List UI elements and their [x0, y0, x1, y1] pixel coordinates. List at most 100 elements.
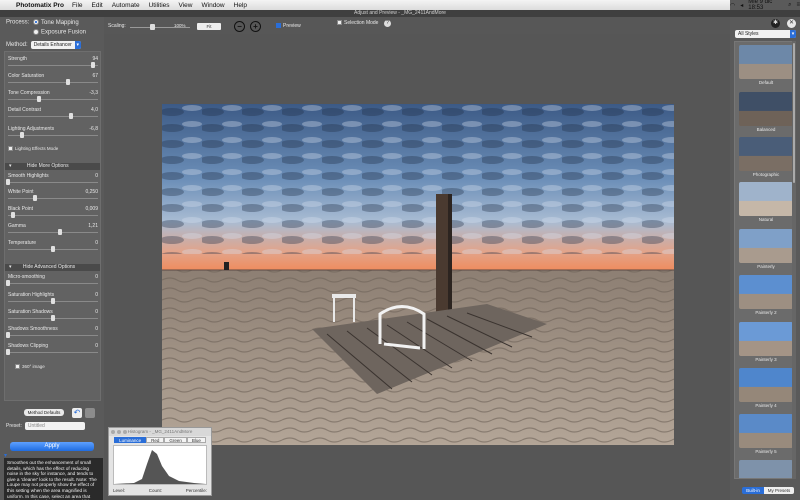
style-thumb-painterly-4[interactable]: Painterly 4 [739, 368, 793, 410]
style-thumb-painterly-5[interactable]: Painterly 5 [739, 414, 793, 456]
histogram-titlebar[interactable]: Histogram - _MG_2411AndMore [109, 428, 211, 436]
zoom-out-icon[interactable]: − [234, 21, 245, 32]
tab-luminance[interactable]: Luminance [114, 437, 147, 443]
slider-track [8, 335, 98, 336]
checkbox-icon [337, 20, 342, 26]
close-icon[interactable] [111, 430, 115, 434]
menu-automate[interactable]: Automate [112, 2, 140, 9]
slider-knob[interactable] [36, 96, 41, 102]
slider-knob[interactable] [33, 195, 37, 201]
slider-value: 0,250 [85, 189, 98, 195]
styles-filter[interactable]: All Styles ▾ [735, 30, 796, 38]
slider-saturation-shadows[interactable]: Saturation Shadows 0 [8, 309, 98, 323]
volume-icon[interactable]: ◂ [740, 2, 743, 9]
preview-checkbox[interactable]: Preview [276, 23, 301, 29]
preset-select[interactable]: Untitled [24, 422, 85, 430]
slider-track [8, 198, 98, 199]
image360-checkbox[interactable]: 360° image [15, 364, 45, 370]
slider-knob[interactable] [51, 246, 55, 252]
slider-knob[interactable] [51, 298, 55, 304]
slider-gamma[interactable]: Gamma 1,21 [8, 223, 98, 237]
gear-icon[interactable]: ✱ [771, 19, 780, 28]
search-icon[interactable]: ⌕ [788, 2, 791, 9]
tab-my-presets[interactable]: My Presets [764, 487, 794, 494]
fit-button[interactable]: Fit [197, 23, 221, 30]
chevron-down-icon: ▾ [790, 30, 796, 38]
slider-knob[interactable] [6, 280, 10, 286]
style-thumb-more[interactable] [739, 460, 793, 478]
style-caption: Default [758, 80, 774, 85]
hide-more-options-toggle[interactable]: ▾ Hide More Options [5, 163, 100, 170]
selection-mode-checkbox[interactable]: Selection Mode [337, 20, 378, 26]
style-thumb-natural[interactable]: Natural [739, 182, 793, 224]
style-thumb-painterly[interactable]: Painterly [739, 229, 793, 271]
method-defaults-button[interactable]: Method Defaults [24, 409, 64, 416]
app-menu[interactable]: Photomatix Pro [16, 2, 64, 9]
close-icon[interactable]: ✕ [787, 19, 796, 28]
menu-help[interactable]: Help [234, 2, 247, 9]
slider-knob[interactable] [6, 332, 10, 338]
tab-built-in[interactable]: Built-in [742, 487, 764, 494]
scrollbar-thumb[interactable] [793, 43, 795, 183]
style-thumb-balanced[interactable]: Balanced [739, 92, 793, 134]
tab-blue[interactable]: Blue [186, 437, 206, 443]
style-thumb-painterly-2[interactable]: Painterly 2 [739, 275, 793, 317]
method-select[interactable]: Details Enhancer ▾ [30, 41, 81, 49]
slider-color-saturation[interactable]: Color Saturation 67 [8, 73, 98, 87]
zoom-icon[interactable] [123, 430, 127, 434]
hide-advanced-options-toggle[interactable]: ▾ Hide Advanced Options [5, 264, 100, 271]
slider-knob[interactable] [51, 315, 55, 321]
zoom-in-icon[interactable]: + [250, 21, 261, 32]
slider-black-point[interactable]: Black Point 0,009 [8, 206, 98, 220]
notifications-icon[interactable]: ≡ [796, 2, 800, 8]
slider-knob[interactable] [58, 229, 63, 235]
checkbox-icon [8, 146, 13, 152]
slider-value: 0 [95, 240, 98, 246]
slider-knob[interactable] [90, 62, 95, 68]
undo-icon[interactable]: ↶ [72, 408, 82, 418]
tab-red[interactable]: Red [146, 437, 165, 443]
radio-exposure-fusion[interactable]: Exposure Fusion [33, 28, 86, 35]
menu-utilities[interactable]: Utilities [149, 2, 170, 9]
checkbox-icon [15, 364, 20, 370]
menu-view[interactable]: View [179, 2, 193, 9]
slider-white-point[interactable]: White Point 0,250 [8, 189, 98, 203]
slider-knob[interactable] [69, 113, 73, 119]
style-thumb-photographic[interactable]: Photographic [739, 137, 793, 179]
slider-knob[interactable] [10, 212, 15, 218]
slider-label: Temperature [8, 240, 37, 246]
slider-strength[interactable]: Strength 94 [8, 56, 98, 70]
style-thumb-painterly-3[interactable]: Painterly 3 [739, 322, 793, 364]
minimize-icon[interactable] [117, 430, 121, 434]
wifi-icon[interactable]: ◠ [730, 2, 735, 9]
style-thumb-default[interactable]: Default [739, 45, 793, 87]
tab-green[interactable]: Green [164, 437, 187, 443]
style-thumbnails: Default Balanced Photographic Natural Pa… [734, 41, 796, 479]
preview-image[interactable] [162, 104, 674, 445]
slider-value: 4,0 [91, 107, 98, 113]
redo-icon[interactable] [85, 408, 95, 418]
slider-shadows-clipping[interactable]: Shadows Clipping 0 [6, 343, 98, 357]
slider-knob[interactable] [6, 179, 10, 185]
slider-micro-smoothing[interactable]: Micro-smoothing 0 [6, 274, 98, 288]
histogram-window[interactable]: Histogram - _MG_2411AndMore Luminance Re… [108, 427, 212, 496]
scaling-slider-knob[interactable] [150, 24, 155, 30]
slider-knob[interactable] [19, 132, 24, 138]
slider-saturation-highlights[interactable]: Saturation Highlights 0 [8, 292, 98, 306]
menu-window[interactable]: Window [202, 2, 225, 9]
menu-file[interactable]: File [72, 2, 82, 9]
slider-detail-contrast[interactable]: Detail Contrast 4,0 [8, 107, 98, 121]
slider-knob[interactable] [6, 349, 10, 355]
slider-tone-compression[interactable]: Tone Compression -3,3 [8, 90, 98, 104]
process-group: Process: Tone Mapping Exposure Fusion [6, 19, 86, 35]
help-icon[interactable]: ? [384, 20, 391, 27]
menu-edit[interactable]: Edit [92, 2, 103, 9]
radio-tone-mapping[interactable]: Tone Mapping [33, 19, 79, 26]
slider-lighting-adjustments[interactable]: Lighting Adjustments -6,8 [8, 126, 98, 140]
apply-button[interactable]: Apply [10, 442, 94, 451]
slider-smooth-highlights[interactable]: Smooth Highlights 0 [6, 173, 98, 187]
lighting-effects-mode-checkbox[interactable]: Lighting Effects Mode [8, 146, 58, 152]
slider-shadows-smoothness[interactable]: Shadows Smoothness 0 [6, 326, 98, 340]
slider-knob[interactable] [66, 79, 71, 85]
slider-temperature[interactable]: Temperature 0 [8, 240, 98, 254]
